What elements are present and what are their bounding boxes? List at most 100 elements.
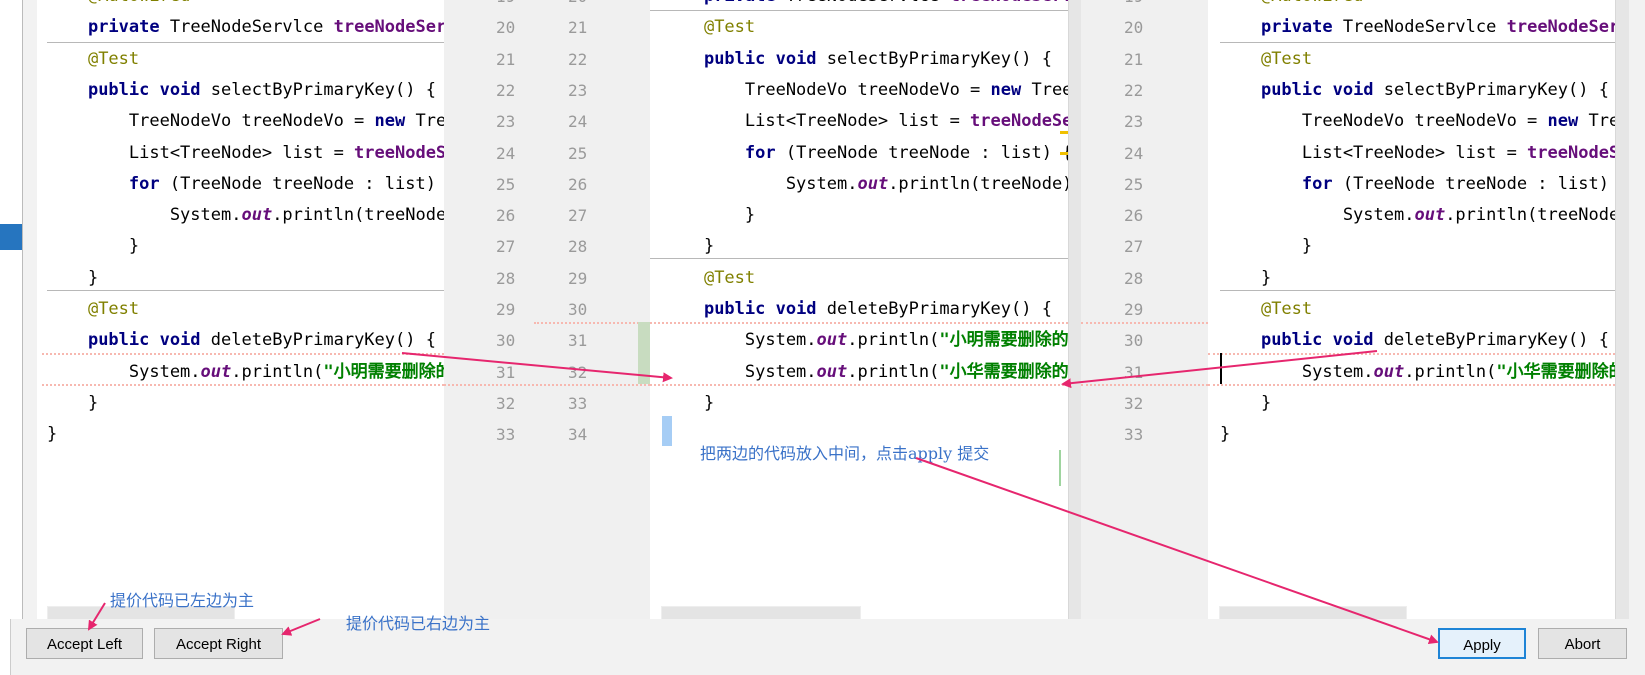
code-line: System.out.println("小华需要删除的 <box>663 357 1068 388</box>
code-token: } <box>663 392 715 413</box>
code-token: (TreeNode treeNode : list) { <box>775 142 1068 163</box>
code-token: TreeNodeVo treeNodeVo = <box>1220 111 1548 132</box>
code-line: } <box>663 388 714 419</box>
line-number: 20 <box>1124 18 1144 38</box>
code-token: deleteByPrimaryKey() { <box>1373 330 1609 351</box>
code-line: @Test <box>663 263 755 294</box>
code-token: .println(treeNode); <box>888 173 1068 194</box>
line-number: 24 <box>1124 143 1144 163</box>
code-token: System. <box>1220 205 1415 226</box>
line-number: 25 <box>568 143 588 163</box>
code-token: treeNodeService <box>950 0 1068 6</box>
conflict-boundary <box>1081 384 1208 386</box>
code-token: private <box>87 17 160 38</box>
code-line: @Test <box>663 12 755 43</box>
code-token: } <box>47 267 99 288</box>
code-token: "小华需要删除的 <box>939 361 1068 382</box>
line-number: 19 <box>496 0 515 12</box>
code-token: TreeNodeVo treeNodeVo = <box>47 111 375 132</box>
code-token: .println(treeNode); <box>272 205 444 226</box>
conflict-boundary <box>650 322 1068 324</box>
code-token: out <box>200 361 232 382</box>
line-number: 26 <box>568 174 588 194</box>
line-number: 33 <box>568 393 588 413</box>
line-number: 33 <box>496 425 516 445</box>
line-number: 22 <box>568 49 588 69</box>
code-token: for <box>128 173 160 194</box>
left-editor[interactable]: @Autowired private TreeNodeServlce treeN… <box>37 0 444 619</box>
line-number: 27 <box>1124 237 1144 257</box>
code-token: public void <box>703 48 817 69</box>
method-separator <box>1220 42 1615 43</box>
result-editor[interactable]: private TreeNodeServlce treeNodeService … <box>650 0 1068 619</box>
code-token: out <box>1414 205 1446 226</box>
line-number: 23 <box>1124 112 1144 132</box>
code-token: TreeNodeVo treeNodeVo = <box>663 79 991 100</box>
result-scrollbar[interactable] <box>1068 0 1082 619</box>
code-token: @Test <box>1260 48 1313 69</box>
code-line: } <box>47 231 139 262</box>
code-line: List<TreeNode> list = treeNodeService <box>1220 138 1615 169</box>
code-token: selectByPrimaryKey() { <box>1373 79 1609 100</box>
conflict-boundary <box>1208 353 1615 355</box>
middle-right-gutter: 19 20 21 22 23 24 25 26 27 28 29 30 31 32 33 <box>1081 0 1208 619</box>
conflict-boundary <box>42 384 444 386</box>
code-line: private TreeNodeServlce treeNodeService <box>1220 12 1615 43</box>
code-line: private TreeNodeServlce treeNodeService <box>47 12 444 43</box>
code-token: @Test <box>87 299 140 319</box>
code-token: System. <box>1220 361 1374 382</box>
warning-marker <box>1060 131 1068 134</box>
method-separator <box>47 42 444 43</box>
line-number: 30 <box>496 331 516 351</box>
right-editor[interactable]: @Autowired private TreeNodeServlce treeN… <box>1208 0 1615 619</box>
code-line: public void selectByPrimaryKey() { <box>663 44 1052 75</box>
method-separator <box>1220 290 1615 291</box>
conflict-boundary <box>42 353 444 355</box>
right-scrollbar[interactable] <box>1615 0 1629 619</box>
method-separator <box>650 10 1068 11</box>
accept-left-button[interactable]: Accept Left <box>26 628 143 659</box>
warning-marker <box>1060 152 1068 155</box>
line-number: 32 <box>1124 393 1144 413</box>
code-token: .println( <box>847 361 940 382</box>
code-token: System. <box>47 361 201 382</box>
code-token: public void <box>1260 79 1374 100</box>
code-token: } <box>1220 424 1231 445</box>
code-token: TreeNodeVo <box>1588 111 1615 132</box>
line-number: 31 <box>1124 362 1144 382</box>
change-marker <box>638 322 650 384</box>
code-token: treeNodeService <box>333 17 444 38</box>
code-token: "小华需要删除的 <box>1496 361 1615 382</box>
line-number: 28 <box>496 268 516 288</box>
code-line: @Autowired <box>1220 0 1363 12</box>
conflict-boundary <box>1208 384 1615 386</box>
code-token: @Autowired <box>88 0 190 6</box>
accept-right-button[interactable]: Accept Right <box>154 628 283 659</box>
method-separator <box>650 258 1068 259</box>
line-number: 24 <box>568 112 588 132</box>
code-line: List<TreeNode> list = treeNodeService <box>47 138 444 169</box>
code-token: new <box>374 111 406 132</box>
code-line: System.out.println(treeNode); <box>47 200 444 231</box>
brace-highlight <box>662 416 672 446</box>
line-number: 32 <box>568 362 588 382</box>
line-number: 26 <box>496 206 516 226</box>
code-token: } <box>1220 392 1272 413</box>
code-token: TreeNodeServlce <box>776 0 950 6</box>
code-token: @Test <box>87 48 140 69</box>
code-line: System.out.println(treeNode); <box>1220 200 1615 231</box>
apply-button[interactable]: Apply <box>1438 628 1526 659</box>
line-number: 21 <box>1124 49 1144 69</box>
left-middle-gutter: 19 20 21 22 23 24 25 26 27 28 29 30 31 32 33 20 21 22 23 24… <box>444 0 650 619</box>
abort-button[interactable]: Abort <box>1538 628 1627 659</box>
